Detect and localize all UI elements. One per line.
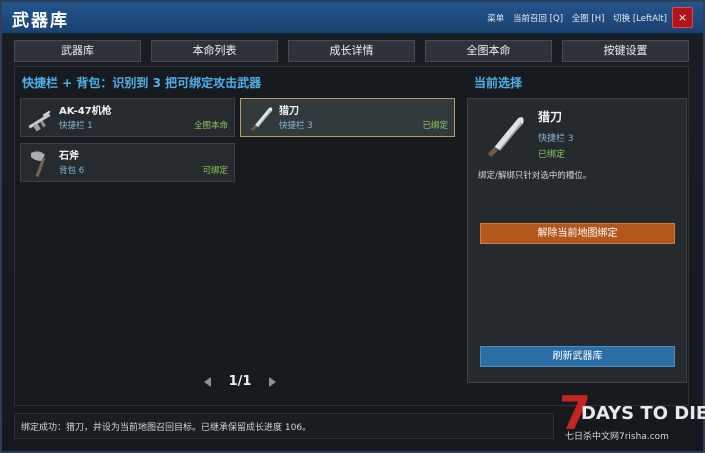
window-title: 武器库: [12, 11, 69, 31]
weapon-name: AK-47机枪: [59, 106, 112, 117]
tab-bar: 武器库 本命列表 成长详情 全图本命 按键设置: [14, 40, 689, 62]
page-indicator: 1/1: [228, 374, 252, 389]
weapon-card-ak47[interactable]: AK-47机枪 快捷栏 1 全图本命: [20, 98, 235, 137]
stone-axe-icon: [25, 147, 55, 179]
weapon-card-hunting-knife[interactable]: 猎刀 快捷栏 3 已绑定: [240, 98, 455, 137]
weapon-slot: 快捷栏 1: [59, 121, 93, 131]
weapon-name: 石斧: [59, 151, 79, 162]
weapon-name: 猎刀: [279, 106, 299, 117]
weapon-slot: 快捷栏 3: [279, 121, 313, 131]
hunting-knife-icon: [476, 108, 530, 162]
svg-text:DAYS TO DIE: DAYS TO DIE: [581, 403, 705, 424]
rifle-icon: [25, 102, 55, 134]
selection-detail-panel: 猎刀 快捷栏 3 已绑定 绑定/解绑只针对选中的槽位。 解除当前地图绑定 刷新武…: [467, 98, 687, 383]
hotkey-fullmap[interactable]: 全图 [H]: [572, 14, 605, 24]
next-page-icon[interactable]: [269, 377, 276, 387]
tab-weapon-library[interactable]: 武器库: [14, 40, 141, 62]
pagination: 1/1: [202, 374, 278, 392]
weapon-status: 全图本命: [193, 121, 228, 131]
weapon-slot: 背包 6: [59, 166, 85, 176]
selected-weapon-name: 猎刀: [538, 110, 563, 124]
weapon-card-stone-axe[interactable]: 石斧 背包 6 可绑定: [20, 143, 235, 182]
refresh-library-button[interactable]: 刷新武器库: [480, 346, 675, 367]
status-bar: 绑定成功：猎刀，并设为当前地图召回目标。已继承保留成长进度 106。: [14, 413, 554, 439]
game-logo: 7 DAYS TO DIE 七日杀中文网7risha.com: [557, 385, 705, 445]
hunting-knife-icon: [245, 102, 275, 134]
tab-key-settings[interactable]: 按键设置: [562, 40, 689, 62]
tab-global-bound[interactable]: 全图本命: [425, 40, 552, 62]
binding-note: 绑定/解绑只针对选中的槽位。: [478, 171, 592, 181]
status-message: 绑定成功：猎刀，并设为当前地图召回目标。已继承保留成长进度 106。: [21, 423, 312, 433]
close-button[interactable]: ×: [672, 7, 693, 28]
hotkey-toggle[interactable]: 切换 [LeftAlt]: [613, 14, 667, 24]
current-selection-title: 当前选择: [474, 76, 523, 90]
previous-page-icon[interactable]: [204, 377, 211, 387]
tab-growth-details[interactable]: 成长详情: [288, 40, 415, 62]
title-bar: 武器库 菜单 当前召回 [Q] 全图 [H] 切换 [LeftAlt] ×: [2, 2, 703, 34]
unbind-current-map-button[interactable]: 解除当前地图绑定: [480, 223, 675, 244]
selected-weapon-slot: 快捷栏 3: [538, 134, 574, 144]
hotkey-hints: 菜单 当前召回 [Q] 全图 [H] 切换 [LeftAlt]: [481, 12, 667, 24]
selected-weapon-status: 已绑定: [538, 150, 566, 160]
hotkey-recall[interactable]: 当前召回 [Q]: [513, 14, 563, 24]
weapon-list-title: 快捷栏 + 背包：识别到 3 把可绑定攻击武器: [22, 76, 262, 90]
hotkey-menu[interactable]: 菜单: [487, 14, 504, 24]
svg-text:七日杀中文网7risha.com: 七日杀中文网7risha.com: [565, 430, 669, 442]
weapon-library-window: 武器库 菜单 当前召回 [Q] 全图 [H] 切换 [LeftAlt] × 武器…: [0, 0, 705, 453]
weapon-status: 可绑定: [202, 166, 228, 176]
weapon-status: 已绑定: [422, 121, 448, 131]
tab-bound-list[interactable]: 本命列表: [151, 40, 278, 62]
